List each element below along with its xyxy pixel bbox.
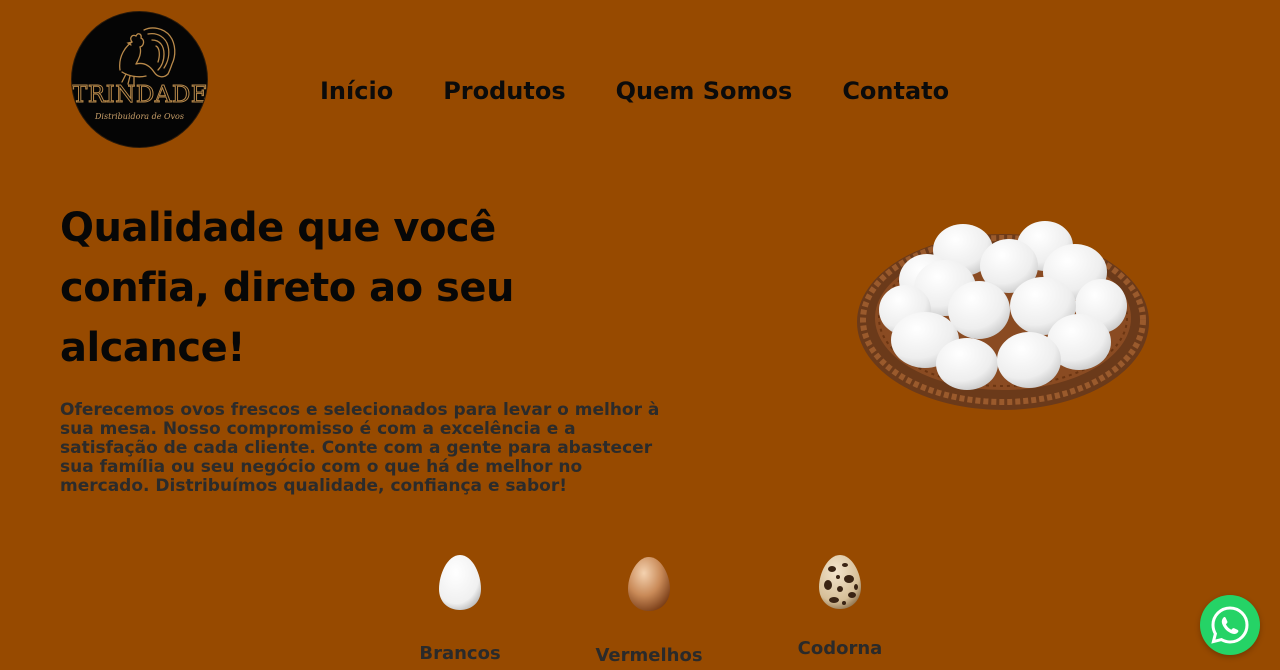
whatsapp-icon [1211,606,1249,644]
product-label: Vermelhos [595,645,703,666]
hero-description: Oferecemos ovos frescos e selecionados p… [60,400,660,496]
nav-item-quem-somos[interactable]: Quem Somos [616,75,793,107]
rooster-icon [119,27,176,85]
nav-item-inicio[interactable]: Início [320,75,393,107]
brown-egg-icon [628,557,670,611]
hero-title: Qualidade que você confia, direto ao seu… [60,205,514,371]
nav-item-produtos[interactable]: Produtos [443,75,565,107]
brand-tagline: Distribuidora de Ovos [95,112,184,121]
product-item-vermelhos[interactable]: Vermelhos [579,555,719,666]
product-label: Brancos [419,643,501,664]
product-item-brancos[interactable]: Brancos [390,553,530,664]
nav-item-contato[interactable]: Contato [842,75,949,107]
white-egg-icon [439,555,481,610]
quail-egg-icon [819,555,861,609]
egg-basket-image [855,210,1155,419]
brand-logo[interactable]: TRINDADE Distribuidora de Ovos [72,12,207,147]
product-item-codorna[interactable]: Codorna [770,553,910,659]
whatsapp-button[interactable] [1200,595,1260,655]
product-label: Codorna [797,638,883,659]
main-nav: Início Produtos Quem Somos Contato [320,75,949,107]
brand-name: TRINDADE [72,82,207,109]
